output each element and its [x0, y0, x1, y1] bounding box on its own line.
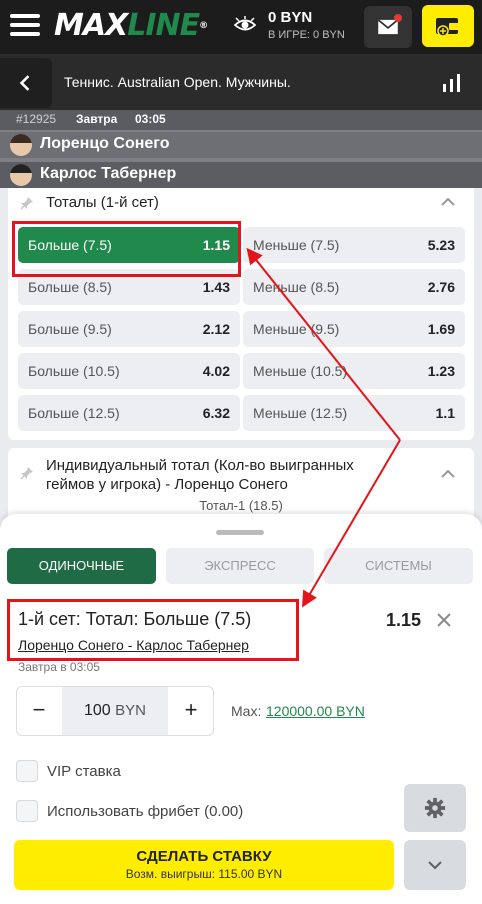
back-arrow-icon	[19, 75, 30, 91]
odd-value: 1.1	[435, 405, 455, 421]
notification-dot	[394, 14, 402, 22]
stake-currency: BYN	[115, 702, 146, 719]
chevron-up-icon[interactable]	[441, 197, 455, 207]
event-time: 03:05	[135, 112, 166, 126]
stake-plus-button[interactable]: +	[168, 686, 214, 736]
odd-label: Больше (8.5)	[28, 279, 112, 295]
tab-system[interactable]: СИСТЕМЫ	[324, 548, 473, 584]
player-row-1: Лоренцо Сонего	[0, 132, 482, 158]
event-title: Теннис. Australian Open. Мужчины.	[64, 74, 291, 90]
market-totals-title: Тоталы (1-й сет)	[46, 194, 159, 211]
odd-label: Меньше (10.5)	[253, 363, 348, 379]
gear-icon	[424, 797, 446, 819]
sheet-drag-handle[interactable]	[216, 530, 264, 535]
tab-single[interactable]: ОДИНОЧНЫЕ	[7, 548, 156, 584]
odd-value: 1.43	[202, 279, 230, 295]
event-id: #12925	[16, 112, 57, 126]
wallet-button[interactable]	[422, 5, 474, 47]
logo-max: MAX	[54, 8, 128, 43]
player-row-2: Карлос Табернер	[0, 162, 482, 188]
odd-over-10-5[interactable]: Больше (10.5) 4.02	[18, 353, 240, 389]
max-label: Max:	[231, 703, 262, 719]
place-bet-label: СДЕЛАТЬ СТАВКУ	[136, 848, 272, 865]
balance[interactable]: 0 BYN В ИГРЕ: 0 BYN	[268, 9, 345, 41]
odd-label: Меньше (8.5)	[253, 279, 340, 295]
player1-avatar	[10, 134, 32, 156]
odd-value: 4.02	[202, 363, 230, 379]
odd-value: 5.23	[427, 237, 455, 253]
close-icon[interactable]	[436, 612, 452, 628]
odd-over-12-5[interactable]: Больше (12.5) 6.32	[18, 395, 240, 431]
balance-amount: 0 BYN	[268, 9, 313, 26]
chevron-down-icon	[428, 861, 442, 870]
stake-minus-button[interactable]: −	[16, 686, 62, 736]
logo[interactable]: MAXLINE®	[54, 6, 208, 46]
vip-label: VIP ставка	[47, 763, 121, 780]
possible-win: Возм. выигрыш: 115.00 BYN	[125, 867, 283, 881]
odd-under-10-5[interactable]: Меньше (10.5) 1.23	[243, 353, 465, 389]
odd-value: 1.23	[427, 363, 455, 379]
bet-odds: 1.15	[386, 610, 422, 630]
max-stake-link[interactable]: 120000.00 BYN	[266, 703, 365, 719]
player2-name: Карлос Табернер	[40, 165, 177, 182]
settings-button[interactable]	[404, 784, 466, 832]
odd-value: 2.12	[202, 321, 230, 337]
logo-registered: ®	[199, 21, 208, 31]
odd-label: Больше (12.5)	[28, 405, 120, 421]
statistics-icon[interactable]	[440, 70, 464, 94]
balance-in-game: В ИГРЕ: 0 BYN	[268, 29, 345, 41]
odd-label: Меньше (12.5)	[253, 405, 348, 421]
market-individual-subtitle: Тотал-1 (18.5)	[199, 498, 283, 513]
odd-over-9-5[interactable]: Больше (9.5) 2.12	[18, 311, 240, 347]
pin-icon[interactable]	[20, 196, 34, 210]
odd-label: Больше (9.5)	[28, 321, 112, 337]
menu-icon[interactable]	[10, 14, 40, 38]
bet-time: Завтра в 03:05	[18, 660, 100, 674]
player1-name: Лоренцо Сонего	[40, 135, 170, 152]
odd-value: 2.76	[427, 279, 455, 295]
bet-highlight-box	[7, 599, 299, 661]
chevron-up-icon[interactable]	[441, 469, 455, 479]
match-meta-row	[0, 110, 482, 130]
expand-button[interactable]	[404, 840, 466, 890]
logo-line: LINE	[127, 8, 200, 43]
place-bet-button[interactable]: СДЕЛАТЬ СТАВКУ Возм. выигрыш: 115.00 BYN	[14, 840, 394, 890]
wallet-icon	[436, 18, 459, 37]
freebet-checkbox[interactable]	[16, 800, 38, 822]
selection-highlight-box	[12, 221, 241, 277]
freebet-label: Использовать фрибет (0.00)	[47, 803, 244, 820]
tab-express[interactable]: ЭКСПРЕСС	[166, 548, 314, 584]
odd-label: Больше (10.5)	[28, 363, 120, 379]
odd-value: 6.32	[202, 405, 230, 421]
back-button[interactable]	[0, 58, 52, 108]
market-individual-title: Индивидуальный тотал (Кол-во выигранных …	[46, 457, 354, 493]
odd-under-9-5[interactable]: Меньше (9.5) 1.69	[243, 311, 465, 347]
odd-value: 1.69	[427, 321, 455, 337]
pin-icon[interactable]	[20, 466, 34, 480]
eye-icon[interactable]	[234, 16, 256, 34]
messages-button[interactable]	[364, 6, 412, 48]
stake-value: 100	[84, 702, 111, 719]
player2-avatar	[10, 164, 32, 186]
odd-label: Меньше (9.5)	[253, 321, 340, 337]
vip-checkbox[interactable]	[16, 760, 38, 782]
odd-under-7-5[interactable]: Меньше (7.5) 5.23	[243, 227, 465, 263]
stake-input[interactable]: 100 BYN	[62, 687, 168, 735]
odd-label: Меньше (7.5)	[253, 237, 340, 253]
odd-under-12-5[interactable]: Меньше (12.5) 1.1	[243, 395, 465, 431]
event-day: Завтра	[76, 112, 118, 126]
odd-under-8-5[interactable]: Меньше (8.5) 2.76	[243, 269, 465, 305]
